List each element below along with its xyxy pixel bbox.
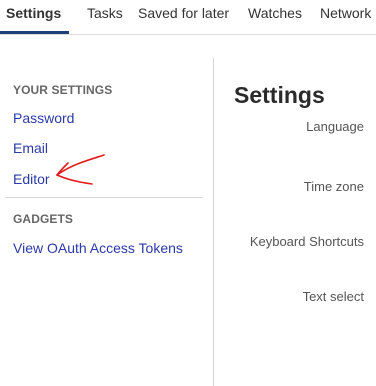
sidebar-item-editor[interactable]: Editor	[13, 171, 50, 187]
top-tab-bar: Settings Tasks Saved for later Watches N…	[0, 0, 376, 35]
sidebar-item-oauth-tokens[interactable]: View OAuth Access Tokens	[13, 240, 183, 256]
tab-settings[interactable]: Settings	[0, 0, 70, 34]
sidebar-item-password[interactable]: Password	[13, 110, 74, 126]
keyboard-shortcuts-label: Keyboard Shortcuts	[249, 234, 364, 249]
time-zone-label: Time zone	[303, 179, 364, 194]
page-title: Settings	[234, 82, 325, 108]
tab-network[interactable]: Network	[320, 0, 371, 31]
gadgets-heading: GADGETS	[13, 212, 74, 226]
tab-tasks[interactable]: Tasks	[87, 0, 123, 31]
language-label: Language	[306, 119, 364, 134]
tab-saved-for-later[interactable]: Saved for later	[138, 0, 229, 31]
settings-page: Settings Tasks Saved for later Watches N…	[0, 0, 376, 386]
vertical-divider	[213, 58, 214, 386]
text-select-label: Text select	[302, 289, 364, 304]
tab-watches[interactable]: Watches	[248, 0, 302, 31]
sidebar-item-email[interactable]: Email	[13, 140, 48, 156]
your-settings-heading: YOUR SETTINGS	[13, 83, 113, 97]
settings-sidebar: YOUR SETTINGS Password Email Editor GADG…	[0, 34, 213, 386]
sidebar-divider	[5, 197, 203, 198]
